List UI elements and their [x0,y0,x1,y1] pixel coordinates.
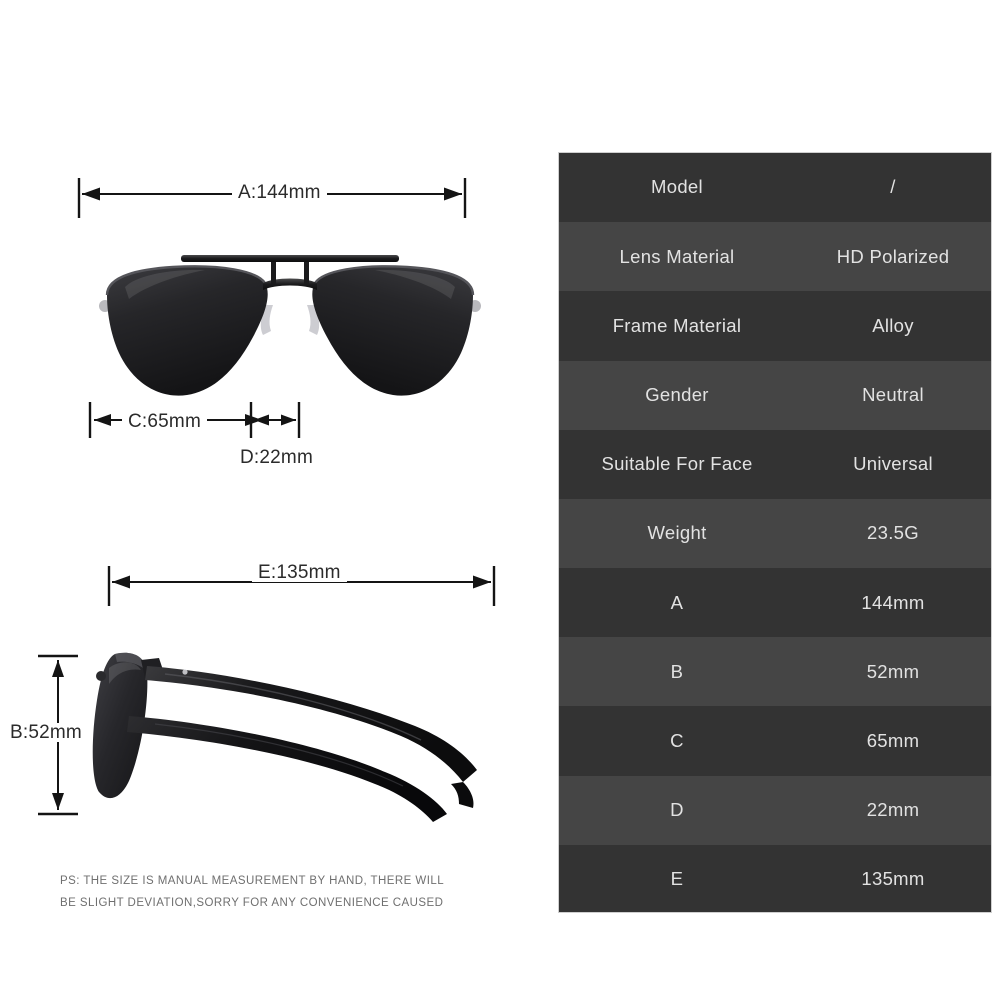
spec-row-value: 65mm [866,729,920,751]
sunglasses-front-view [99,255,481,396]
specification-table: Model / Lens Material HD Polarized Frame Mat… [558,152,992,913]
dimension-label-c: C:65mm [122,412,207,431]
measurement-disclaimer: PS: THE SIZE IS MANUAL MEASUREMENT BY HA… [60,870,490,915]
sunglasses-side-view [92,652,477,822]
spec-row: Lens Material HD Polarized [559,222,991,292]
spec-row-label: Model [651,176,703,198]
spec-row: C 65mm [559,706,991,776]
spec-row-value: 22mm [866,799,920,821]
spec-row-value: 23.5G [867,522,919,544]
dimension-label-d: D:22mm [234,448,319,467]
spec-row-value: 135mm [861,868,925,890]
spec-row-label: Weight [647,522,707,544]
spec-row: Suitable For Face Universal [559,429,991,499]
spec-row-label: Gender [645,384,709,405]
product-spec-page: A:144mm C:65mm D:22mm E:135mm B:52mm PS:… [0,0,1000,1000]
dimension-label-e: E:135mm [252,563,347,582]
spec-row: E 135mm [559,844,991,912]
spec-row-label: Lens Material [619,245,735,267]
spec-row: Model / [559,153,991,223]
spec-row-value: / [890,176,896,198]
spec-row-value: Neutral [862,384,924,405]
spec-row-value: HD Polarized [836,245,950,267]
spec-row-value: Alloy [872,314,914,336]
spec-row-label: Suitable For Face [601,453,753,475]
spec-row: Gender Neutral [559,360,991,430]
spec-row: B 52mm [559,637,991,707]
dimension-label-b: B:52mm [4,723,88,742]
spec-row-label: Frame Material [612,314,742,336]
dimension-label-a: A:144mm [232,183,327,202]
spec-row-label: D [670,799,684,821]
spec-row: Weight 23.5G [559,498,991,569]
disclaimer-line-2: BE SLIGHT DEVIATION,SORRY FOR ANY CONVEN… [60,897,444,910]
dimension-diagram-panel: A:144mm C:65mm D:22mm E:135mm B:52mm PS:… [0,0,540,1000]
dimension-line-d [249,402,301,438]
spec-row-value: 144mm [861,591,925,613]
spec-row-label: B [670,660,684,682]
spec-row-label: E [670,868,684,890]
spec-row-value: 52mm [866,660,920,682]
spec-row-label: A [670,591,684,613]
spec-row-value: Universal [853,453,933,475]
disclaimer-line-1: PS: THE SIZE IS MANUAL MEASUREMENT BY HA… [60,875,445,887]
spec-row: Frame Material Alloy [559,291,991,361]
spec-row-label: C [670,729,684,751]
spec-row: D 22mm [559,775,991,845]
spec-row: A 144mm [559,568,991,638]
